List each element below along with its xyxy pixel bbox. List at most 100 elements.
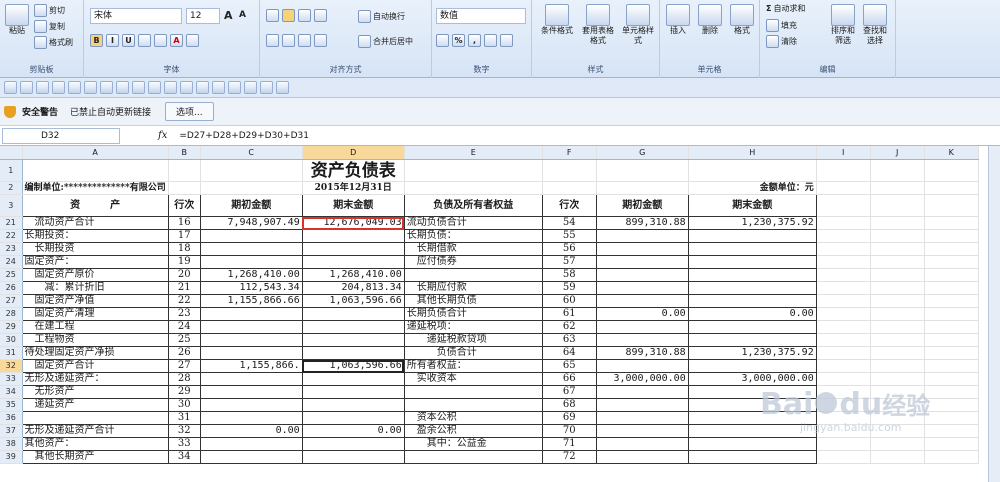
- wrap-text-button[interactable]: 自动换行: [358, 10, 405, 23]
- vertical-scrollbar[interactable]: [988, 146, 1000, 482]
- column-header[interactable]: A: [22, 146, 169, 160]
- row-header[interactable]: 32: [0, 359, 23, 373]
- cell-g[interactable]: 899,310.88: [596, 216, 689, 230]
- cell-d[interactable]: 12,676,049.03: [302, 216, 405, 230]
- cell-f[interactable]: 65: [542, 359, 597, 373]
- cell-e[interactable]: 长期负债合计: [404, 307, 543, 321]
- cell-a[interactable]: 流动资产合计: [22, 216, 169, 230]
- empty-cell[interactable]: [924, 242, 979, 256]
- row-header[interactable]: 27: [0, 294, 23, 308]
- cell-c[interactable]: [200, 372, 303, 386]
- cell-e[interactable]: [404, 268, 543, 282]
- cell-c[interactable]: [200, 346, 303, 360]
- row-header[interactable]: 33: [0, 372, 23, 386]
- dropdown-qat-icon[interactable]: [276, 81, 289, 94]
- row-header[interactable]: 38: [0, 437, 23, 451]
- empty-cell[interactable]: [870, 333, 925, 347]
- cell-h[interactable]: 0.00: [688, 307, 817, 321]
- cell-c[interactable]: 112,543.34: [200, 281, 303, 295]
- cell-f[interactable]: 62: [542, 320, 597, 334]
- print-icon[interactable]: [52, 81, 65, 94]
- column-header[interactable]: H: [688, 146, 817, 160]
- empty-cell[interactable]: [924, 229, 979, 243]
- cell-g[interactable]: [596, 268, 689, 282]
- empty-cell[interactable]: [870, 281, 925, 295]
- cell-e[interactable]: [404, 450, 543, 464]
- cell-d[interactable]: [302, 398, 405, 412]
- cell-b[interactable]: 32: [168, 424, 201, 438]
- cell-f[interactable]: 59: [542, 281, 597, 295]
- empty-cell[interactable]: [816, 159, 871, 182]
- font-name-select[interactable]: 宋体: [90, 8, 182, 24]
- empty-cell[interactable]: [816, 194, 871, 217]
- cell-e[interactable]: 长期负债：: [404, 229, 543, 243]
- table-icon[interactable]: [100, 81, 113, 94]
- freeze-icon[interactable]: [180, 81, 193, 94]
- cell-e[interactable]: 负债及所有者权益: [404, 194, 543, 217]
- row-header[interactable]: 39: [0, 450, 23, 464]
- empty-cell[interactable]: [816, 437, 871, 451]
- cell-f[interactable]: 行次: [542, 194, 597, 217]
- cell-g[interactable]: [596, 359, 689, 373]
- column-header[interactable]: D: [302, 146, 405, 160]
- empty-cell[interactable]: [816, 333, 871, 347]
- cell-c[interactable]: 期初金额: [200, 194, 303, 217]
- cell-d[interactable]: 0.00: [302, 424, 405, 438]
- underline-icon[interactable]: U: [122, 34, 135, 47]
- empty-cell[interactable]: [924, 411, 979, 425]
- cell-f[interactable]: 63: [542, 333, 597, 347]
- undo-icon[interactable]: [20, 81, 33, 94]
- cell-a[interactable]: 固定资产净值: [22, 294, 169, 308]
- cell-e[interactable]: 应付债券: [404, 255, 543, 269]
- cell-e[interactable]: 长期借款: [404, 242, 543, 256]
- row-header[interactable]: 1: [0, 159, 23, 182]
- cell-d[interactable]: [302, 255, 405, 269]
- cell-e[interactable]: 递延税款贷项: [404, 333, 543, 347]
- cell-f[interactable]: 58: [542, 268, 597, 282]
- column-header[interactable]: I: [816, 146, 871, 160]
- percent-icon[interactable]: %: [452, 34, 465, 47]
- grow-font-button[interactable]: A: [224, 9, 233, 22]
- cell-c[interactable]: [200, 320, 303, 334]
- paste-button[interactable]: 粘贴: [4, 4, 30, 36]
- conditional-format-button[interactable]: 条件格式: [538, 4, 576, 36]
- cell-a[interactable]: 无形及递延资产合计: [22, 424, 169, 438]
- column-header[interactable]: K: [924, 146, 979, 160]
- empty-cell[interactable]: [924, 268, 979, 282]
- empty-cell[interactable]: [924, 372, 979, 386]
- cell-g[interactable]: [596, 333, 689, 347]
- border-icon[interactable]: [138, 34, 151, 47]
- cell-g[interactable]: [596, 411, 689, 425]
- cell-h[interactable]: [688, 320, 817, 334]
- zoom-icon[interactable]: [196, 81, 209, 94]
- empty-cell[interactable]: [816, 346, 871, 360]
- redo-icon[interactable]: [36, 81, 49, 94]
- empty-cell[interactable]: [870, 159, 925, 182]
- format-button[interactable]: 格式: [728, 4, 756, 36]
- column-header[interactable]: F: [542, 146, 597, 160]
- cell-b[interactable]: 26: [168, 346, 201, 360]
- cell-a[interactable]: 固定资产合计: [22, 359, 169, 373]
- cell-f[interactable]: 60: [542, 294, 597, 308]
- cell-g[interactable]: 3,000,000.00: [596, 372, 689, 386]
- fx-icon[interactable]: fx: [158, 130, 167, 141]
- empty-cell[interactable]: [816, 294, 871, 308]
- cell-d[interactable]: 资产负债表: [302, 159, 405, 182]
- cell-d[interactable]: [302, 346, 405, 360]
- cell-f[interactable]: 64: [542, 346, 597, 360]
- empty-cell[interactable]: [924, 281, 979, 295]
- filter-toggle-icon[interactable]: [164, 81, 177, 94]
- clear-button[interactable]: 清除: [766, 35, 797, 48]
- column-header[interactable]: J: [870, 146, 925, 160]
- empty-cell[interactable]: [924, 450, 979, 464]
- cell-g[interactable]: [596, 437, 689, 451]
- empty-cell[interactable]: [924, 194, 979, 217]
- cell-b[interactable]: 29: [168, 385, 201, 399]
- empty-cell[interactable]: [870, 255, 925, 269]
- empty-cell[interactable]: [870, 437, 925, 451]
- cell-f[interactable]: [542, 159, 597, 182]
- empty-cell[interactable]: [816, 255, 871, 269]
- cell-f[interactable]: 68: [542, 398, 597, 412]
- row-header[interactable]: 35: [0, 398, 23, 412]
- cell-e[interactable]: [404, 385, 543, 399]
